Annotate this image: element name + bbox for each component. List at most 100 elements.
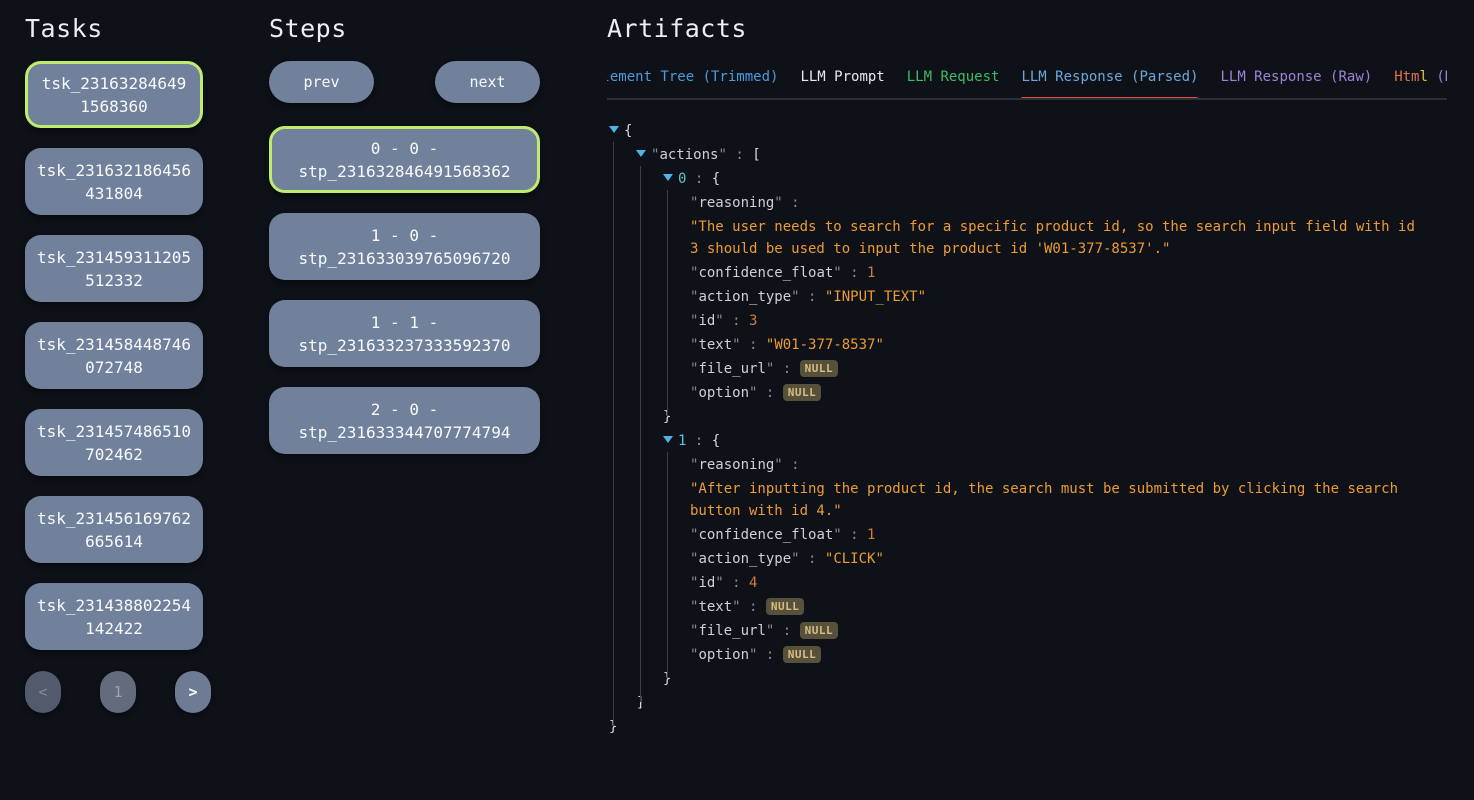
quote: "	[791, 289, 799, 305]
tab-html-raw[interactable]: Html (Raw)	[1394, 69, 1447, 98]
json-line: "actions" : [	[607, 144, 1447, 166]
json-number-value: 1	[867, 265, 875, 281]
step-button[interactable]: 2 - 0 - stp_231633344707774794	[269, 387, 540, 454]
json-number-value: 3	[749, 313, 757, 329]
json-line: "text" : "W01-377-8537"	[607, 334, 1447, 356]
expander-icon[interactable]	[663, 174, 673, 181]
null-badge: NULL	[800, 360, 839, 377]
steps-nav: prev next	[269, 61, 540, 103]
json-bracket: {	[712, 171, 720, 187]
json-key: file_url	[698, 623, 765, 639]
json-line: ]	[607, 692, 1447, 714]
json-colon: :	[774, 361, 799, 377]
json-line: }	[607, 668, 1447, 690]
pagination-next-button[interactable]: >	[175, 671, 211, 713]
quote: "	[732, 337, 740, 353]
task-button[interactable]: tsk_231459311205512332	[25, 235, 203, 302]
json-string-value: "CLICK"	[825, 551, 884, 567]
task-button[interactable]: tsk_231438802254142422	[25, 583, 203, 650]
json-key: reasoning	[698, 195, 774, 211]
json-bracket: {	[712, 433, 720, 449]
tab-label-segment: (Raw)	[1428, 69, 1447, 85]
json-key: file_url	[698, 361, 765, 377]
json-line: 1 : {	[607, 430, 1447, 452]
null-badge: NULL	[800, 622, 839, 639]
json-key: option	[698, 647, 749, 663]
json-line: "file_url" : NULL	[607, 358, 1447, 380]
json-colon: :	[686, 171, 711, 187]
task-button[interactable]: tsk_231458448746072748	[25, 322, 203, 389]
quote: "	[774, 195, 782, 211]
json-line: "reasoning" :	[607, 192, 1447, 214]
json-colon: :	[727, 147, 752, 163]
tasks-title: Tasks	[25, 14, 215, 43]
json-colon: :	[757, 385, 782, 401]
tab-label-segment: Htm	[1394, 69, 1419, 85]
tab-llm-response-parsed[interactable]: LLM Response (Parsed)	[1021, 69, 1198, 98]
json-key: action_type	[698, 551, 791, 567]
pagination-prev-button[interactable]: <	[25, 671, 61, 713]
prev-step-button[interactable]: prev	[269, 61, 374, 103]
task-list: tsk_231632846491568360 tsk_23163218645643…	[25, 61, 215, 650]
null-badge: NULL	[783, 646, 822, 663]
quote: "	[774, 457, 782, 473]
json-line: "action_type" : "INPUT_TEXT"	[607, 286, 1447, 308]
tab-label-segment: l	[1419, 69, 1427, 85]
task-button[interactable]: tsk_231457486510702462	[25, 409, 203, 476]
json-colon: :	[774, 623, 799, 639]
json-line: 0 : {	[607, 168, 1447, 190]
null-badge: NULL	[766, 598, 805, 615]
quote: "	[791, 551, 799, 567]
json-line: "confidence_float" : 1	[607, 524, 1447, 546]
quote: "	[718, 147, 726, 163]
json-string-value: "W01-377-8537"	[766, 337, 884, 353]
json-line: "confidence_float" : 1	[607, 262, 1447, 284]
task-button[interactable]: tsk_231632186456431804	[25, 148, 203, 215]
json-number-value: 1	[867, 527, 875, 543]
json-key: reasoning	[698, 457, 774, 473]
artifacts-panel: Artifacts Element Tree (Trimmed)LLM Prom…	[607, 0, 1447, 740]
next-step-button[interactable]: next	[435, 61, 540, 103]
json-line: "id" : 3	[607, 310, 1447, 332]
task-button[interactable]: tsk_231632846491568360	[25, 61, 203, 128]
step-button[interactable]: 1 - 0 - stp_231633039765096720	[269, 213, 540, 280]
json-colon: :	[800, 289, 825, 305]
json-key: text	[698, 599, 732, 615]
json-line: "option" : NULL	[607, 644, 1447, 666]
tab-llm-prompt[interactable]: LLM Prompt	[800, 69, 884, 98]
steps-title: Steps	[269, 14, 540, 43]
json-key: actions	[659, 147, 718, 163]
json-colon: :	[842, 527, 867, 543]
quote: "	[715, 313, 723, 329]
null-badge: NULL	[783, 384, 822, 401]
quote: "	[715, 575, 723, 591]
json-key: id	[698, 575, 715, 591]
json-bracket: [	[752, 147, 760, 163]
json-tree-viewer: {"actions" : [0 : {"reasoning" :"The use…	[607, 120, 1447, 738]
json-key: option	[698, 385, 749, 401]
json-line: "text" : NULL	[607, 596, 1447, 618]
json-colon: :	[800, 551, 825, 567]
json-line: }	[607, 716, 1447, 738]
step-list: 0 - 0 - stp_231632846491568362 1 - 0 - st…	[269, 126, 540, 454]
json-string-value: "The user needs to search for a specific…	[690, 219, 1423, 257]
json-key: confidence_float	[698, 527, 833, 543]
expander-icon[interactable]	[663, 436, 673, 443]
tab-llm-response-raw[interactable]: LLM Response (Raw)	[1220, 69, 1372, 98]
step-button[interactable]: 1 - 1 - stp_231633237333592370	[269, 300, 540, 367]
json-line: "id" : 4	[607, 572, 1447, 594]
tab-llm-request[interactable]: LLM Request	[907, 69, 1000, 98]
json-line: {	[607, 120, 1447, 142]
step-button[interactable]: 0 - 0 - stp_231632846491568362	[269, 126, 540, 193]
json-line: "file_url" : NULL	[607, 620, 1447, 642]
expander-icon[interactable]	[636, 150, 646, 157]
json-bracket: {	[624, 123, 632, 139]
task-button[interactable]: tsk_231456169762665614	[25, 496, 203, 563]
json-number-value: 4	[749, 575, 757, 591]
indent-guide	[613, 142, 614, 726]
expander-icon[interactable]	[609, 126, 619, 133]
json-colon: :	[757, 647, 782, 663]
pagination-page-button[interactable]: 1	[100, 671, 136, 713]
tab-element-tree-trimmed[interactable]: Element Tree (Trimmed)	[607, 69, 778, 98]
indent-guide	[667, 452, 668, 678]
